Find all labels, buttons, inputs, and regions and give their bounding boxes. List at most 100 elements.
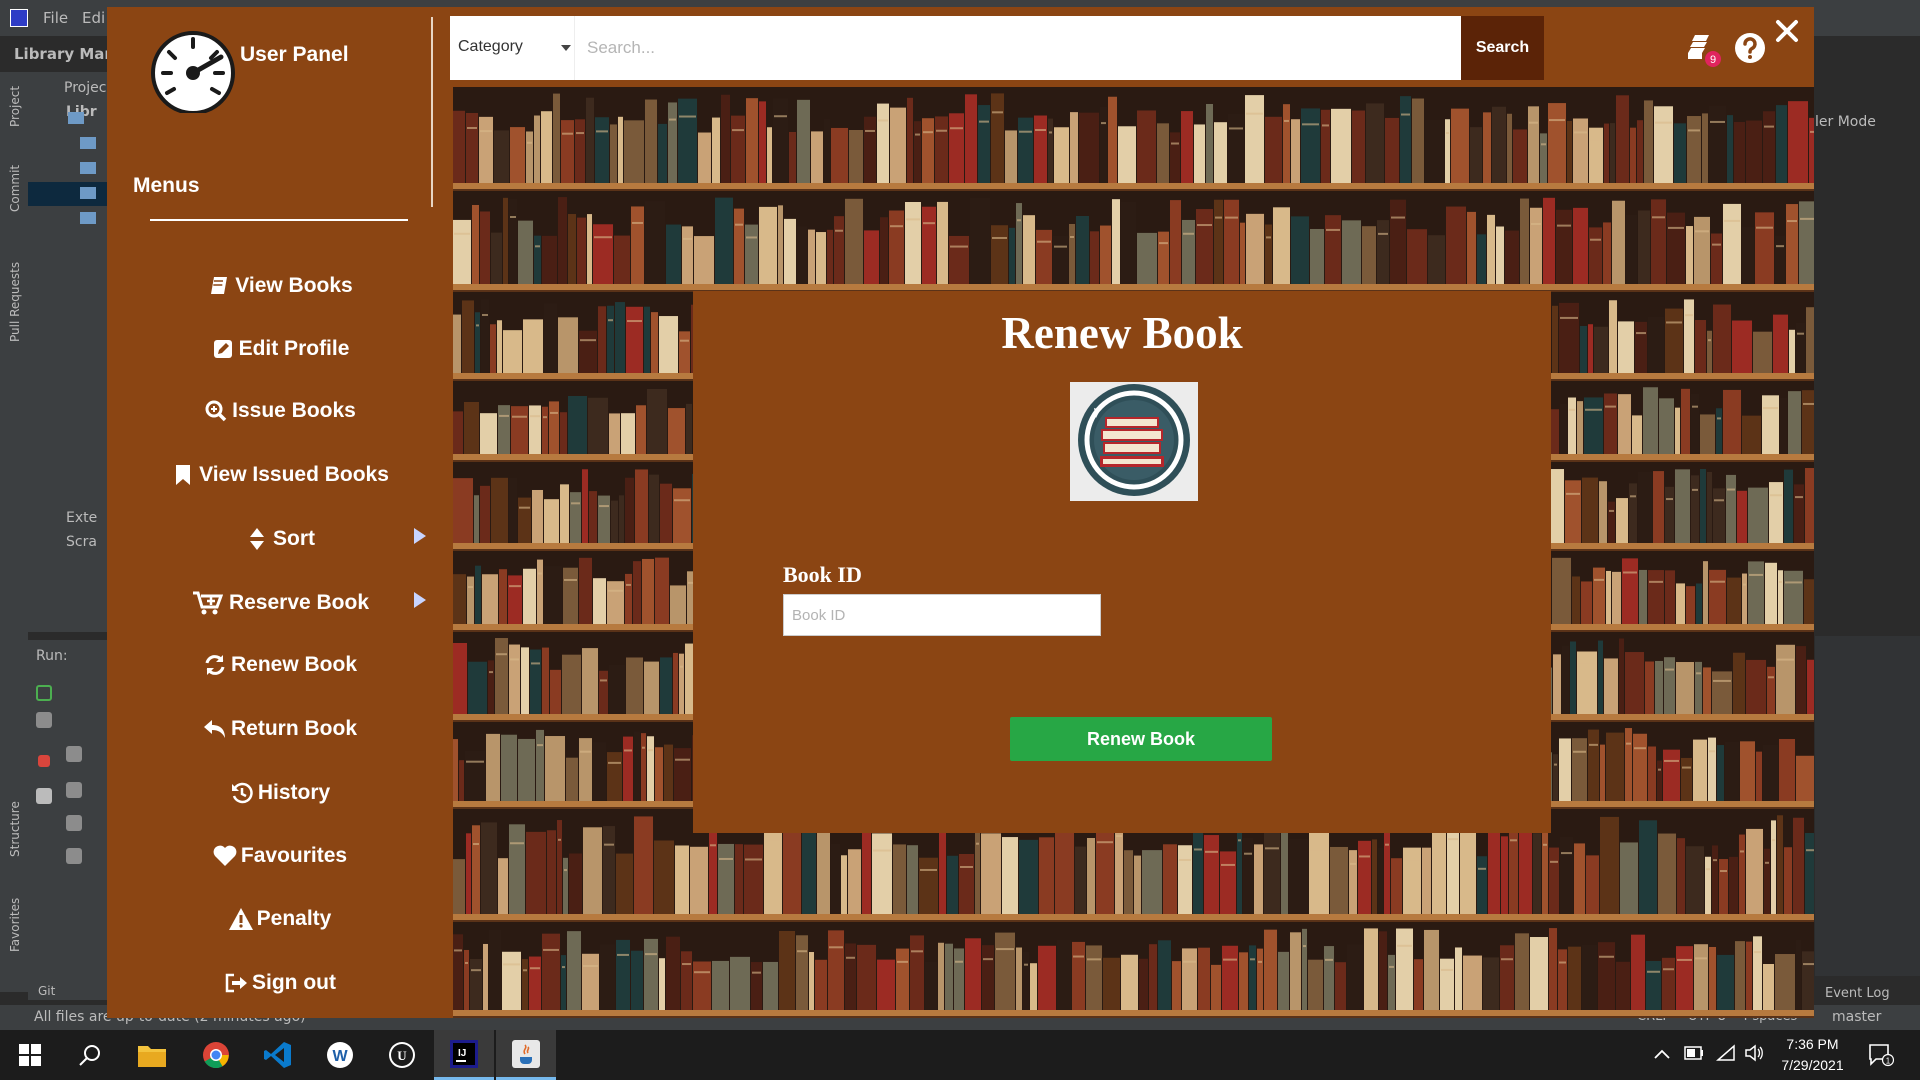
dashboard-gauge-icon [151,31,235,113]
nav-penalty[interactable]: Penalty [107,897,453,941]
edit-icon [211,337,235,361]
renew-books-logo-icon [1070,382,1198,501]
nav-label: View Books [235,274,353,297]
nav-view-issued-books[interactable]: View Issued Books [107,453,453,497]
nav-label: Sort [273,527,315,550]
taskbar-chrome[interactable] [186,1030,246,1080]
menu-file[interactable]: File [43,9,68,27]
renew-book-button[interactable]: Renew Book [1010,717,1272,761]
menus-divider [150,219,408,221]
nav-edit-profile[interactable]: Edit Profile [107,327,453,371]
nav-reserve-book[interactable]: Reserve Book [107,581,453,625]
scroll-end-icon[interactable] [66,782,82,798]
panel-title: User Panel [240,43,349,66]
page-title: Renew Book [1001,308,1243,358]
nav-view-books[interactable]: View Books [107,264,453,308]
notifications-icon[interactable]: 1 [1868,1043,1894,1067]
intellij-icon: IJ [450,1039,478,1068]
tree-item[interactable]: Scra [66,534,97,550]
tab-project[interactable]: Project [8,86,22,127]
volume-icon[interactable] [1744,1044,1764,1062]
taskbar-unreal[interactable]: U [372,1030,432,1080]
windows-logo-icon [19,1044,41,1066]
nav-sort[interactable]: Sort [107,517,453,561]
menus-heading: Menus [133,174,200,197]
soft-wrap-icon[interactable] [66,746,82,762]
search-input[interactable] [575,16,1461,80]
nav-history[interactable]: History [107,771,453,815]
wifi-icon[interactable] [1716,1044,1736,1062]
book-id-label: Book ID [783,562,862,587]
sign-out-icon [224,971,248,995]
taskbar-java[interactable] [496,1030,556,1080]
print-icon[interactable] [66,815,82,831]
tree-item[interactable]: Projec [64,80,106,96]
warning-icon [228,907,253,931]
nav-sign-out[interactable]: Sign out [107,961,453,1005]
tab-structure[interactable]: Structure [8,801,22,857]
stop-icon[interactable] [38,755,50,767]
wrench-icon[interactable] [36,712,52,728]
folder-icon [68,112,84,124]
svg-text:W: W [332,1048,348,1065]
tab-pull-requests[interactable]: Pull Requests [8,262,22,342]
run-label: Run: [36,648,68,664]
battery-icon[interactable] [1684,1046,1704,1060]
user-sidebar: User Panel Menus View Books Edit Profile… [107,7,453,1018]
tab-favorites[interactable]: Favorites [8,898,22,952]
help-icon[interactable] [1734,32,1766,64]
clock-time[interactable]: 7:36 PM [1770,1036,1855,1052]
file-explorer-icon [138,1046,166,1067]
right-tool-panel [1815,636,1920,976]
git-tab[interactable]: Git [38,984,55,998]
rerun-icon[interactable] [36,685,52,701]
taskbar-file-explorer[interactable] [122,1030,182,1080]
search-button[interactable] [60,1030,120,1080]
taskbar-intellij[interactable]: IJ [434,1030,494,1080]
tree-item[interactable]: Exte [66,510,97,526]
category-value: Category [458,38,523,55]
sync-icon [203,653,227,677]
cart-plus-icon [191,591,225,615]
search-plus-icon [204,399,228,423]
tab-commit[interactable]: Commit [8,165,22,212]
search-icon [79,1045,100,1066]
book-icon [207,274,231,298]
folder-icon [80,162,96,174]
sort-icon [245,527,269,551]
nav-label: Penalty [256,907,332,930]
category-dropdown[interactable]: Category [450,16,575,80]
search-button[interactable]: Search [1461,16,1544,80]
nav-label: History [257,781,331,804]
taskbar-vscode[interactable] [248,1030,308,1080]
clock-date[interactable]: 7/29/2021 [1770,1057,1855,1073]
reader-mode-label[interactable]: ler Mode [1815,114,1876,130]
history-icon [230,781,254,805]
close-icon[interactable] [1775,19,1799,43]
nav-issue-books[interactable]: Issue Books [107,389,453,433]
camera-icon[interactable] [36,788,52,804]
windows-taskbar: W U IJ 7:36 PM 7/29/2021 1 [0,1030,1920,1080]
nav-favourites[interactable]: Favourites [107,834,453,878]
trash-icon[interactable] [66,848,82,864]
vscode-icon [264,1042,291,1068]
git-branch[interactable]: master [1832,1009,1881,1025]
event-log-tab[interactable]: Event Log [1825,986,1890,1001]
nav-label: Favourites [240,844,348,867]
start-button[interactable] [0,1030,60,1080]
renew-book-card: Renew Book Book ID Renew Book [693,291,1551,833]
run-panel: Run: Git [28,640,108,1000]
ide-right-pane: ler Mode Event Log [1815,36,1920,1001]
nav-return-book[interactable]: Return Book [107,707,453,751]
nav-label: View Issued Books [199,463,389,486]
issued-books-notification-icon[interactable]: 9 [1687,33,1723,69]
ide-tool-strip: Project Commit Pull Requests Structure F… [0,72,28,992]
nav-renew-book[interactable]: Renew Book [107,643,453,687]
content-area: Renew Book Book ID Renew Book [453,87,1814,1018]
chevron-up-icon[interactable] [1654,1048,1670,1060]
menu-edit[interactable]: Edi [82,9,105,27]
undo-icon [203,717,227,741]
book-id-input[interactable] [783,594,1101,636]
java-icon [512,1039,540,1068]
taskbar-app-w[interactable]: W [310,1030,370,1080]
